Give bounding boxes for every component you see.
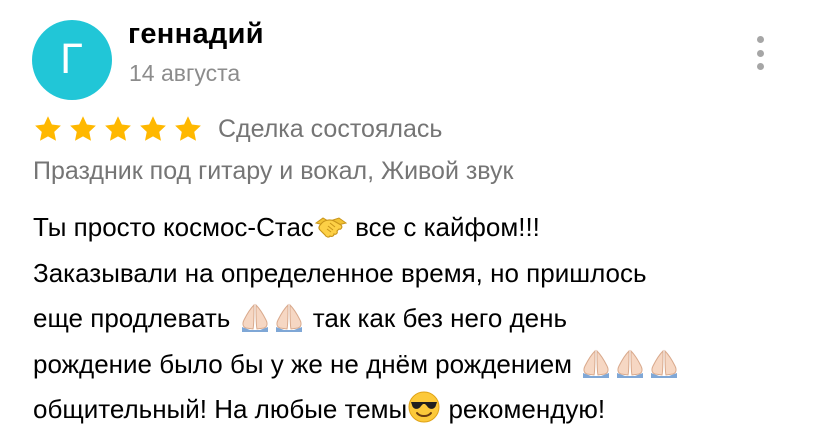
review-text-fragment: Заказывали на определенное время, но при… xyxy=(33,257,647,288)
review-text-fragment: общительный! На любые темы xyxy=(33,394,408,424)
folded-hands-emoji-icon xyxy=(647,345,681,379)
review-card: Г геннадий 14 августа Сделка состоялась … xyxy=(0,0,828,431)
review-text-fragment: еще продлевать xyxy=(33,303,238,333)
folded-hands-emoji-icon xyxy=(579,345,613,379)
review-date: 14 августа xyxy=(129,60,241,86)
more-options-icon[interactable] xyxy=(750,36,770,70)
review-text: Ты просто космос-Стас все с кайфом!!! За… xyxy=(33,205,803,433)
menu-dot xyxy=(756,49,764,57)
review-line: рождение было бы у же не днём рождением xyxy=(33,342,803,388)
review-line: общительный! На любые темы рекомендую! xyxy=(33,387,803,433)
smiling-face-with-sunglasses-emoji-icon xyxy=(407,390,441,424)
author-name[interactable]: геннадий xyxy=(128,18,264,51)
review-text-fragment: все с кайфом!!! xyxy=(347,212,540,242)
folded-hands-emoji-icon xyxy=(238,299,272,333)
star-icon xyxy=(33,114,63,144)
star-icon xyxy=(103,114,133,144)
star-icon xyxy=(138,114,168,144)
rating-stars xyxy=(33,114,208,144)
menu-dot xyxy=(756,63,764,70)
folded-hands-emoji-icon xyxy=(272,299,306,333)
service-name: Праздник под гитару и вокал, Живой звук xyxy=(33,157,514,185)
review-text-fragment: Ты просто космос-Стас xyxy=(33,212,314,242)
review-text-fragment: рекомендую! xyxy=(441,394,606,424)
review-line: Заказывали на определенное время, но при… xyxy=(33,251,803,297)
avatar-letter: Г xyxy=(59,37,85,83)
star-icon xyxy=(173,114,203,144)
menu-dot xyxy=(756,36,764,43)
star-icon xyxy=(68,114,98,144)
rating-row: Сделка состоялась xyxy=(33,112,442,146)
avatar[interactable]: Г xyxy=(32,20,112,100)
folded-hands-emoji-icon xyxy=(613,345,647,379)
review-line: еще продлевать так как без него день xyxy=(33,296,803,342)
deal-status: Сделка состоялась xyxy=(218,114,443,143)
review-line: Ты просто космос-Стас все с кайфом!!! xyxy=(33,205,803,251)
handshake-emoji-icon xyxy=(314,208,348,242)
review-text-fragment: так как без него день xyxy=(305,303,568,333)
review-text-fragment: рождение было бы у же не днём рождением xyxy=(33,348,580,379)
